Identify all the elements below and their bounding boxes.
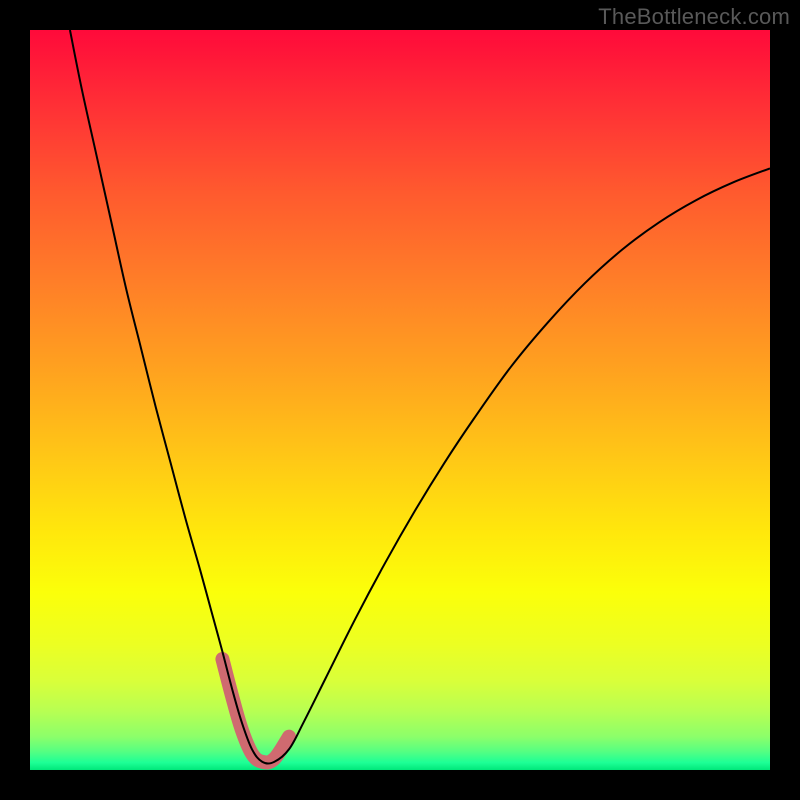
bottleneck-curve-layer: [30, 30, 770, 770]
valley-highlight-path: [222, 659, 289, 763]
plot-area: [30, 30, 770, 770]
watermark-text: TheBottleneck.com: [598, 4, 790, 30]
bottleneck-curve-path: [70, 30, 770, 764]
chart-stage: TheBottleneck.com: [0, 0, 800, 800]
